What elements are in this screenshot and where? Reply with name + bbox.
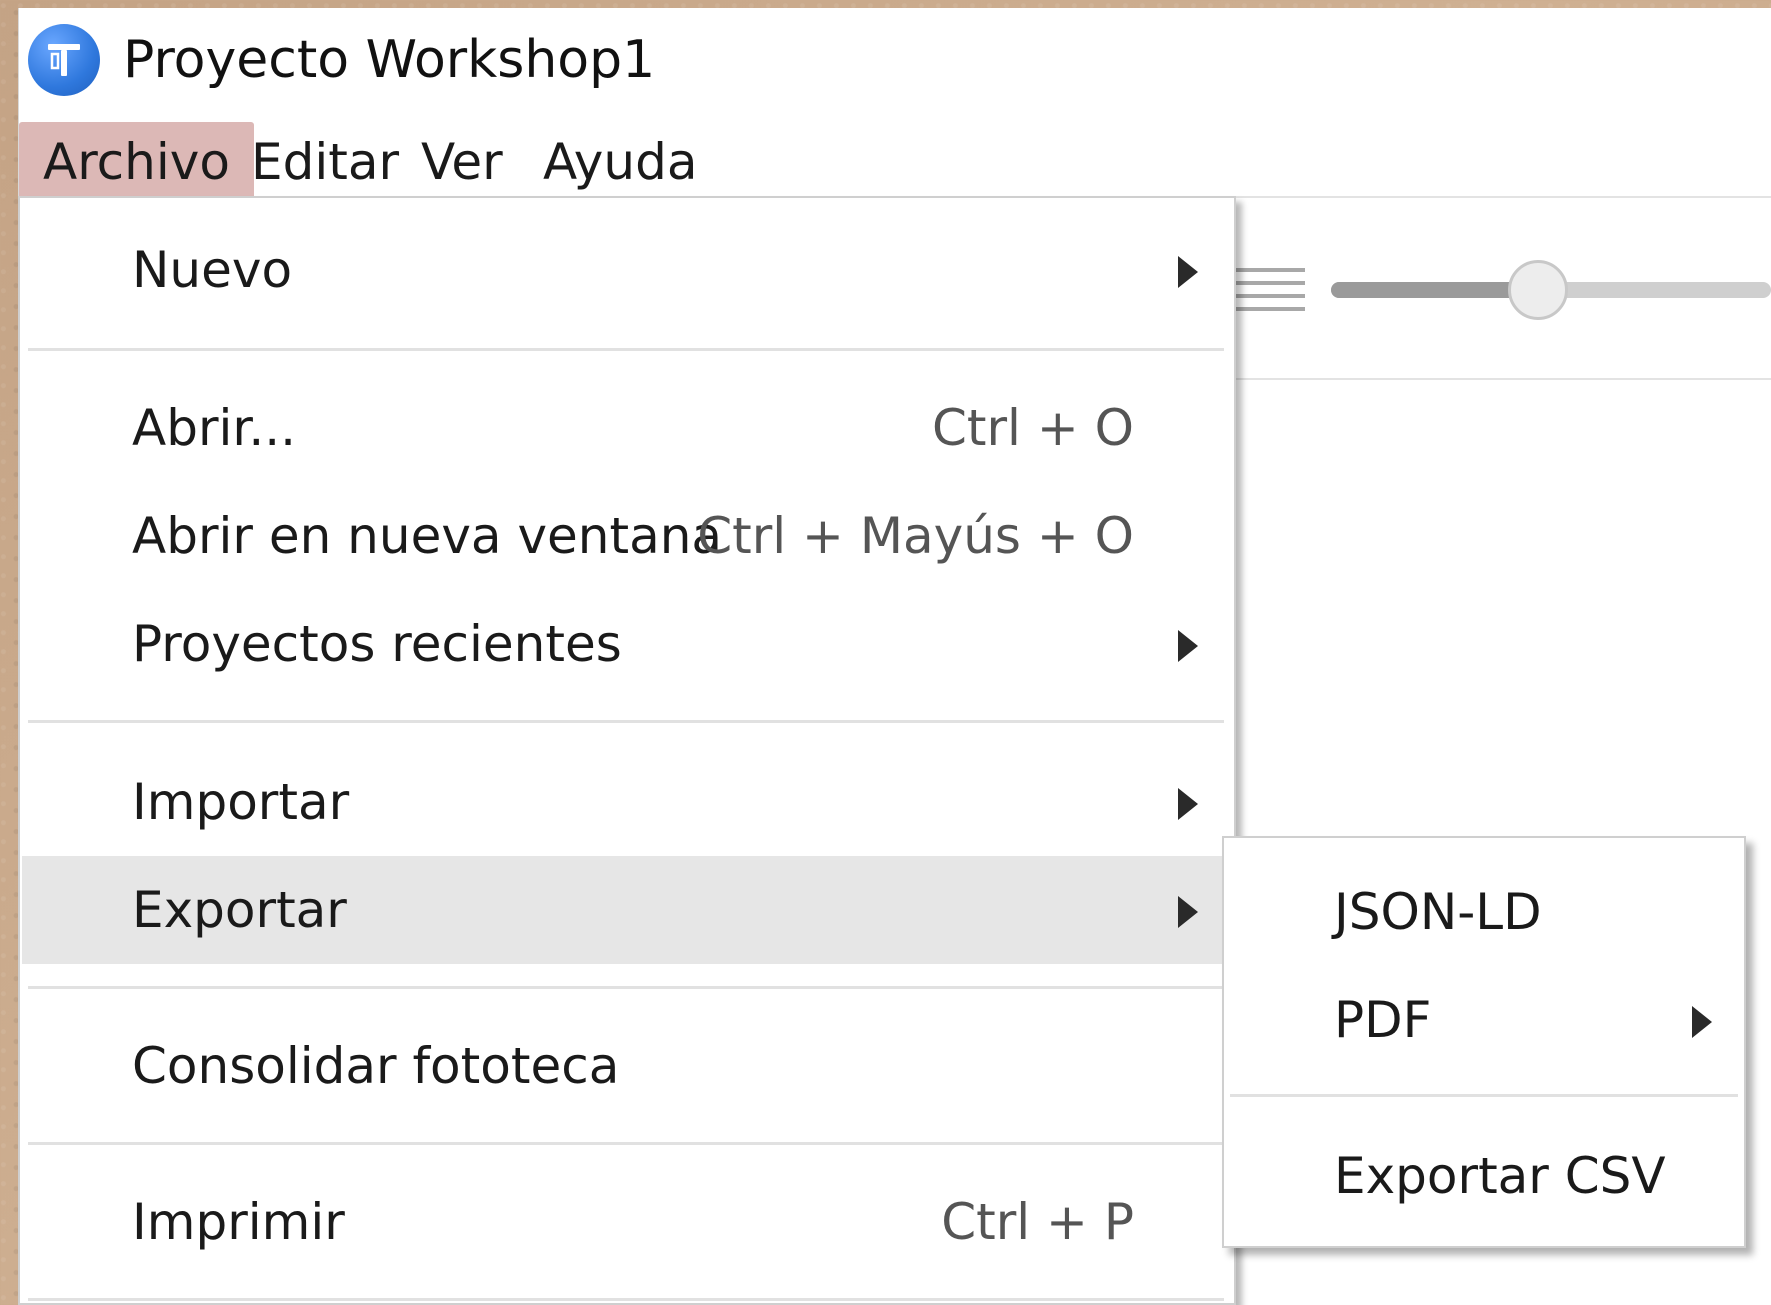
zoom-slider-thumb[interactable]	[1507, 260, 1568, 320]
menu-item-abrir-nueva-ventana[interactable]: Abrir en nueva ventana Ctrl + Mayús + O	[22, 482, 1234, 590]
menu-ayuda[interactable]: Ayuda	[519, 122, 721, 206]
submenu-arrow-icon	[1692, 1006, 1712, 1038]
menu-item-importar[interactable]: Importar	[22, 748, 1234, 856]
submenu-item-pdf[interactable]: PDF	[1224, 966, 1744, 1074]
menu-item-nuevo[interactable]: Nuevo	[22, 216, 1234, 324]
menu-item-label: Exportar	[132, 881, 347, 939]
menu-item-shortcut: Ctrl + Mayús + O	[697, 507, 1134, 565]
exportar-submenu: JSON-LD PDF Exportar CSV	[1222, 836, 1746, 1248]
app-logo-glyph	[48, 44, 80, 76]
submenu-item-label: PDF	[1334, 991, 1432, 1049]
submenu-arrow-icon	[1178, 256, 1198, 288]
toolbar	[1215, 196, 1771, 380]
menu-item-label: Nuevo	[132, 241, 293, 299]
zoom-slider[interactable]	[1331, 260, 1771, 320]
submenu-arrow-icon	[1178, 896, 1198, 928]
zoom-slider-fill	[1331, 282, 1538, 298]
menu-separator	[28, 1142, 1224, 1145]
submenu-arrow-icon	[1178, 630, 1198, 662]
menu-archivo[interactable]: Archivo	[19, 122, 254, 206]
menu-item-label: Proyectos recientes	[132, 615, 622, 673]
title-bar: Proyecto Workshop1	[19, 8, 1771, 118]
menu-item-proyectos-recientes[interactable]: Proyectos recientes	[22, 590, 1234, 698]
submenu-item-exportar-csv[interactable]: Exportar CSV	[1224, 1122, 1744, 1230]
menu-item-shortcut: Ctrl + O	[931, 399, 1134, 457]
menu-separator	[28, 720, 1224, 723]
submenu-item-json-ld[interactable]: JSON-LD	[1224, 858, 1744, 966]
window-title: Proyecto Workshop1	[123, 30, 656, 90]
menu-item-exportar[interactable]: Exportar	[22, 856, 1234, 964]
archivo-dropdown-menu: Nuevo Abrir... Ctrl + O Abrir en nueva v…	[18, 196, 1236, 1305]
menu-separator	[28, 1298, 1224, 1301]
menu-item-consolidar-fototeca[interactable]: Consolidar fototeca	[22, 1012, 1234, 1120]
submenu-arrow-icon	[1178, 788, 1198, 820]
menu-separator	[28, 348, 1224, 351]
menu-bar: Archivo Editar Ver Ayuda	[19, 114, 1771, 206]
submenu-item-label: Exportar CSV	[1334, 1147, 1666, 1205]
menu-item-label: Consolidar fototeca	[132, 1037, 620, 1095]
menu-item-label: Abrir...	[132, 399, 297, 457]
submenu-item-label: JSON-LD	[1334, 883, 1542, 941]
menu-separator	[1230, 1094, 1738, 1097]
menu-editar[interactable]: Editar	[227, 122, 423, 206]
menu-item-label: Abrir en nueva ventana	[132, 507, 723, 565]
menu-item-abrir[interactable]: Abrir... Ctrl + O	[22, 374, 1234, 482]
app-logo-icon	[28, 24, 100, 96]
list-view-icon[interactable]	[1235, 268, 1305, 312]
menu-item-label: Imprimir	[132, 1193, 345, 1251]
menu-ver[interactable]: Ver	[397, 122, 527, 206]
menu-item-imprimir[interactable]: Imprimir Ctrl + P	[22, 1168, 1234, 1276]
menu-item-shortcut: Ctrl + P	[941, 1193, 1134, 1251]
menu-item-label: Importar	[132, 773, 350, 831]
menu-separator	[28, 986, 1224, 989]
